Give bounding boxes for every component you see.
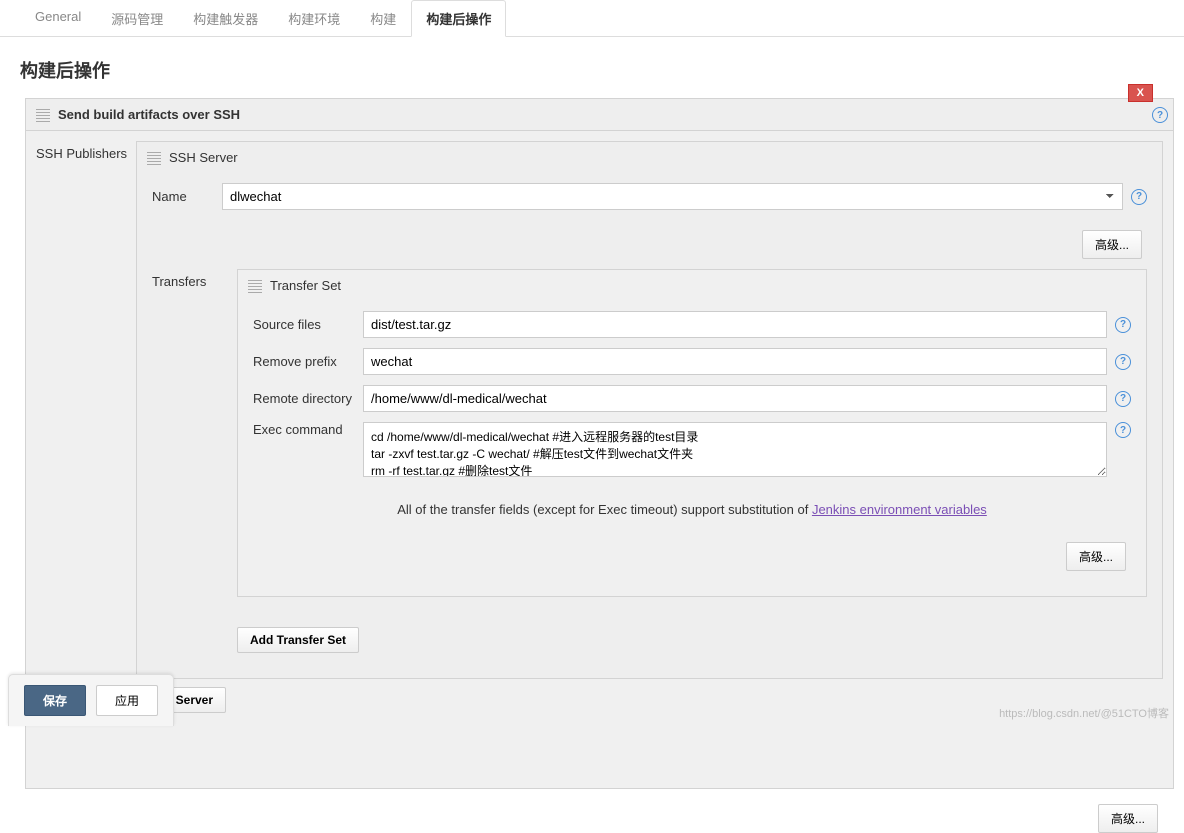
remote-directory-label: Remote directory xyxy=(253,391,363,406)
exec-command-textarea[interactable] xyxy=(363,422,1107,477)
help-icon[interactable]: ? xyxy=(1115,391,1131,407)
source-files-label: Source files xyxy=(253,317,363,332)
ssh-server-block: SSH Server Name dlwechat ? xyxy=(136,141,1163,679)
config-tabs: General 源码管理 构建触发器 构建环境 构建 构建后操作 xyxy=(0,0,1184,37)
tab-triggers[interactable]: 构建触发器 xyxy=(178,0,273,36)
transfers-label: Transfers xyxy=(152,269,237,289)
transfer-set-block: Transfer Set Source files ? xyxy=(237,269,1147,597)
watermark: https://blog.csdn.net/@51CTO博客 xyxy=(999,705,1169,721)
help-icon[interactable]: ? xyxy=(1115,354,1131,370)
tab-build[interactable]: 构建 xyxy=(355,0,411,36)
help-icon[interactable]: ? xyxy=(1115,422,1131,438)
ssh-name-select[interactable]: dlwechat xyxy=(222,183,1123,210)
remove-prefix-input[interactable] xyxy=(363,348,1107,375)
remove-prefix-label: Remove prefix xyxy=(253,354,363,369)
save-button[interactable]: 保存 xyxy=(24,685,86,716)
env-vars-link[interactable]: Jenkins environment variables xyxy=(812,502,987,517)
transfer-set-header: Transfer Set xyxy=(270,278,341,293)
ssh-server-header: SSH Server xyxy=(169,150,238,165)
delete-step-button[interactable]: X xyxy=(1128,84,1153,102)
tab-general[interactable]: General xyxy=(20,0,96,36)
remote-directory-input[interactable] xyxy=(363,385,1107,412)
drag-handle-icon[interactable] xyxy=(248,279,262,293)
advanced-button[interactable]: 高级... xyxy=(1098,804,1158,833)
tab-scm[interactable]: 源码管理 xyxy=(96,0,178,36)
block-header: Send build artifacts over SSH xyxy=(26,99,1173,131)
drag-handle-icon[interactable] xyxy=(36,108,50,122)
block-title: Send build artifacts over SSH xyxy=(58,107,240,122)
name-label: Name xyxy=(152,189,222,204)
footer-bar: 保存 应用 xyxy=(8,674,174,726)
advanced-button[interactable]: 高级... xyxy=(1082,230,1142,259)
advanced-button[interactable]: 高级... xyxy=(1066,542,1126,571)
add-transfer-set-button[interactable]: Add Transfer Set xyxy=(237,627,359,653)
tab-postbuild[interactable]: 构建后操作 xyxy=(411,0,506,37)
exec-command-label: Exec command xyxy=(253,422,363,437)
help-icon[interactable]: ? xyxy=(1152,107,1168,123)
post-build-block: X ? Send build artifacts over SSH SSH Pu… xyxy=(25,98,1174,789)
source-files-input[interactable] xyxy=(363,311,1107,338)
ssh-publishers-label: SSH Publishers xyxy=(36,141,136,713)
substitution-note: All of the transfer fields (except for E… xyxy=(253,487,1131,532)
tab-env[interactable]: 构建环境 xyxy=(273,0,355,36)
section-title: 构建后操作 xyxy=(0,37,1184,98)
drag-handle-icon[interactable] xyxy=(147,151,161,165)
help-icon[interactable]: ? xyxy=(1115,317,1131,333)
apply-button[interactable]: 应用 xyxy=(96,685,158,716)
help-icon[interactable]: ? xyxy=(1131,189,1147,205)
